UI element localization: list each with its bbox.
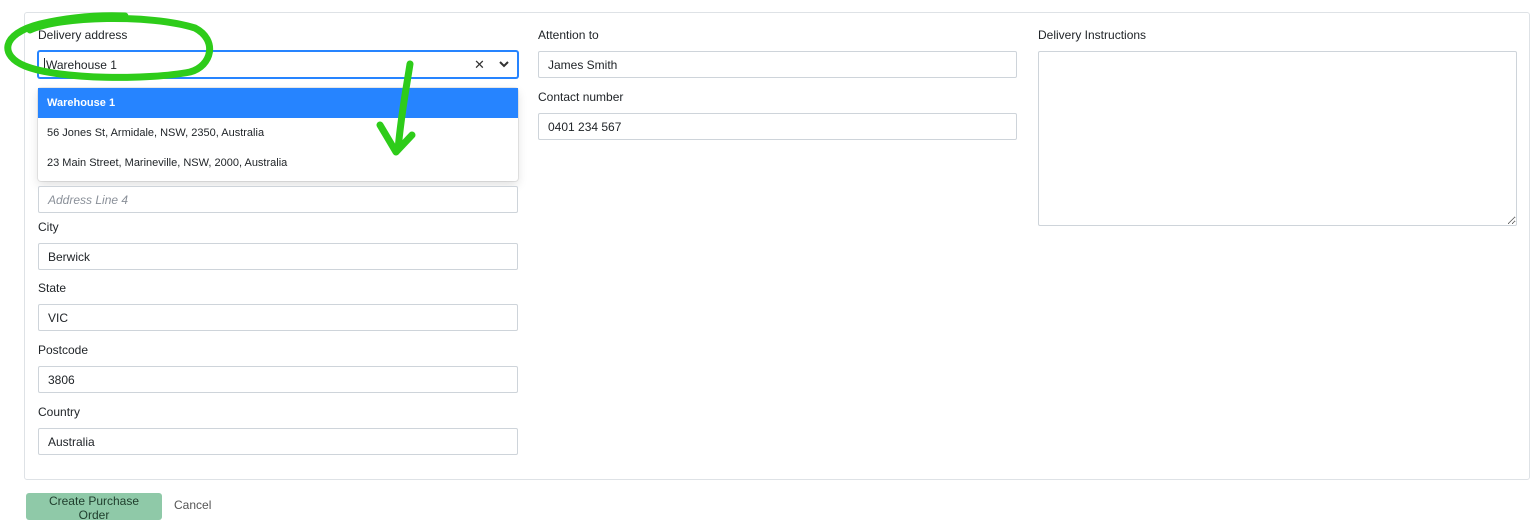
delivery-address-label: Delivery address	[38, 28, 128, 42]
delivery-address-menu: Warehouse 1 56 Jones St, Armidale, NSW, …	[38, 88, 518, 181]
postcode-label: Postcode	[38, 343, 89, 357]
delivery-instructions-textarea[interactable]	[1038, 51, 1517, 226]
country-label: Country	[38, 405, 81, 419]
delivery-option[interactable]: Warehouse 1	[38, 88, 518, 118]
chevron-down-icon[interactable]	[498, 58, 510, 70]
state-label: State	[38, 281, 67, 295]
contact-number-input[interactable]: 0401 234 567	[538, 113, 1017, 140]
address-line-4-input[interactable]: Address Line 4	[38, 186, 518, 213]
delivery-address-select[interactable]: Warehouse 1	[38, 51, 518, 78]
city-input[interactable]: Berwick	[38, 243, 518, 270]
delivery-address-value: Warehouse 1	[46, 58, 117, 72]
text-cursor	[44, 58, 45, 71]
delivery-option[interactable]: 23 Main Street, Marineville, NSW, 2000, …	[38, 148, 518, 178]
cancel-button[interactable]: Cancel	[174, 498, 211, 512]
attention-label: Attention to	[538, 28, 599, 42]
state-input[interactable]: VIC	[38, 304, 518, 331]
attention-input[interactable]: James Smith	[538, 51, 1017, 78]
delivery-option[interactable]: 56 Jones St, Armidale, NSW, 2350, Austra…	[38, 118, 518, 148]
country-input[interactable]: Australia	[38, 428, 518, 455]
delivery-instructions-label: Delivery Instructions	[1038, 28, 1147, 42]
close-icon[interactable]: ✕	[474, 57, 485, 73]
contact-number-label: Contact number	[538, 90, 624, 104]
postcode-input[interactable]: 3806	[38, 366, 518, 393]
city-label: City	[38, 220, 59, 234]
create-purchase-order-button[interactable]: Create Purchase Order	[26, 493, 162, 522]
